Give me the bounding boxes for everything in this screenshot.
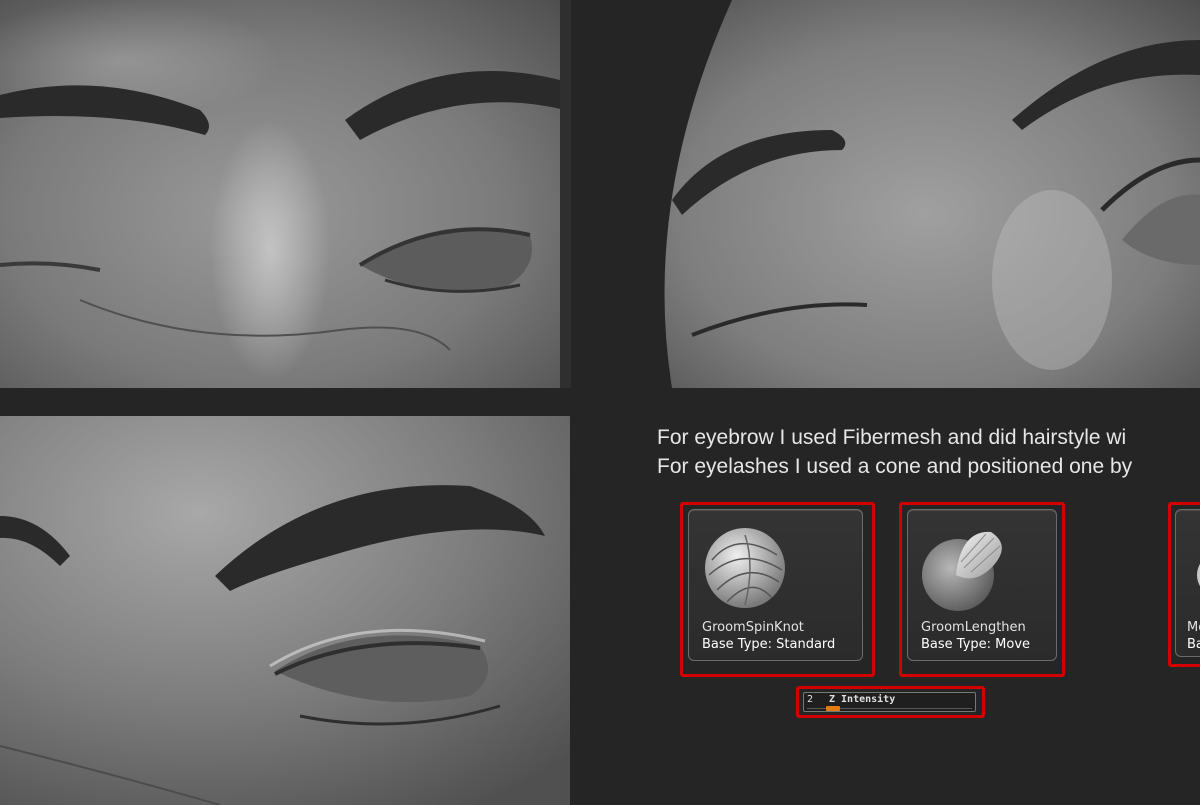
- slider-value: 2: [807, 694, 814, 705]
- slider-label: Z Intensity: [829, 694, 896, 705]
- brush-base-type: Base Type: Standard: [702, 637, 836, 652]
- z-intensity-slider[interactable]: 2 Z Intensity: [803, 692, 976, 712]
- render-side-eyes: [652, 0, 1200, 388]
- render-eye-closeup-image: [0, 416, 570, 805]
- groom-lengthen-icon: [922, 531, 1002, 611]
- description-line-1: For eyebrow I used Fibermesh and did hai…: [657, 426, 1127, 449]
- brush-name: Me: [1187, 620, 1200, 635]
- render-side-eyes-image: [652, 0, 1200, 388]
- description-line-2: For eyelashes I used a cone and position…: [657, 455, 1133, 478]
- brush-base-type: Base Type: Move: [921, 637, 1031, 652]
- groom-spin-knot-icon: [705, 528, 785, 608]
- render-eye-closeup: [0, 416, 570, 805]
- brush-card-groom-lengthen[interactable]: GroomLengthen Base Type: Move: [907, 509, 1057, 661]
- slider-handle[interactable]: [826, 706, 840, 711]
- brush-name: GroomSpinKnot: [702, 620, 804, 635]
- brush-card-groom-spin-knot[interactable]: GroomSpinKnot Base Type: Standard: [688, 509, 863, 661]
- render-front-eyes: [0, 0, 571, 388]
- brush-icon: [1197, 563, 1200, 587]
- brush-name: GroomLengthen: [921, 620, 1026, 635]
- description-text: For eyebrow I used Fibermesh and did hai…: [657, 423, 1200, 481]
- brush-card-3[interactable]: Me Ba: [1175, 509, 1200, 657]
- render-front-eyes-image: [0, 0, 571, 388]
- brush-base-type: Ba: [1187, 637, 1200, 652]
